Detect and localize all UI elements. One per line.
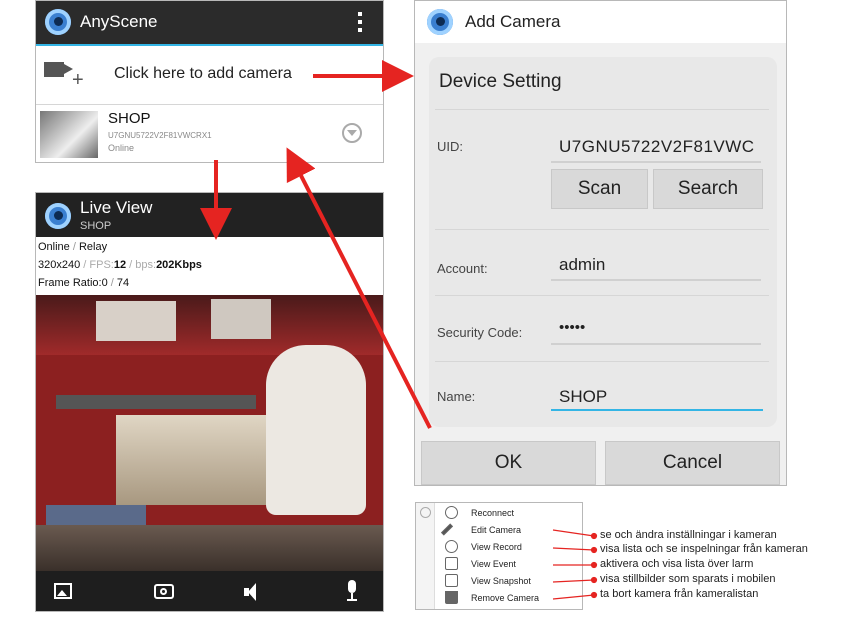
arrow-to-item-menu — [286, 147, 432, 429]
arrows-overlay — [200, 60, 598, 600]
annotation-connector-lines — [552, 529, 598, 600]
